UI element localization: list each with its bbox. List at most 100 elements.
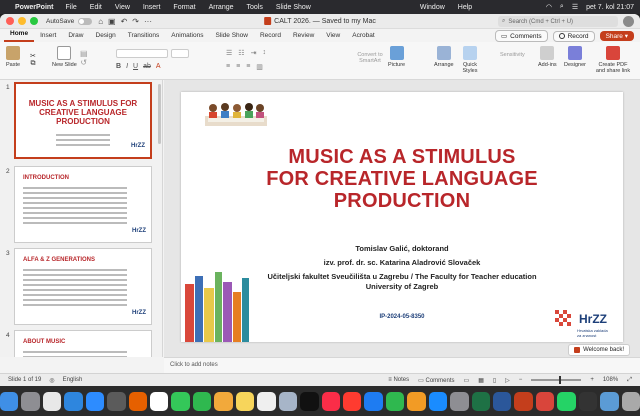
- photos-icon[interactable]: [214, 391, 233, 411]
- tab-record[interactable]: Record: [254, 32, 287, 42]
- home-icon[interactable]: ⌂: [98, 17, 103, 26]
- indent-icon[interactable]: ⇥: [251, 49, 257, 57]
- slideshow-icon[interactable]: ▷: [505, 377, 510, 384]
- fit-slide-icon[interactable]: ⤢: [627, 377, 632, 384]
- align-right-icon[interactable]: ≡: [246, 63, 250, 71]
- line-spacing-icon[interactable]: ↕: [262, 49, 266, 57]
- menu-edit[interactable]: Edit: [90, 4, 102, 11]
- strikethrough-icon[interactable]: ab: [143, 63, 151, 70]
- trash-icon[interactable]: [621, 391, 640, 411]
- menu-tools[interactable]: Tools: [247, 4, 263, 11]
- powerpoint-icon[interactable]: [514, 391, 533, 411]
- quick-styles-button[interactable]: Quick Styles: [458, 46, 482, 74]
- arrange-button[interactable]: Arrange: [434, 46, 454, 68]
- menu-help[interactable]: Help: [458, 4, 472, 11]
- menu-format[interactable]: Format: [173, 4, 195, 11]
- facetime-icon[interactable]: [192, 391, 212, 411]
- notes-toggle[interactable]: ≡ Notes: [388, 377, 409, 383]
- messages-icon[interactable]: [171, 391, 190, 411]
- notes-pane[interactable]: Click to add notes: [164, 357, 640, 373]
- appletv-icon[interactable]: [300, 391, 319, 411]
- convert-smartart-button[interactable]: Convert to SmartArt: [350, 52, 390, 64]
- autosave-control[interactable]: AutoSave: [46, 17, 93, 25]
- create-pdf-button[interactable]: Create PDF and share link: [594, 46, 632, 74]
- avatar[interactable]: [623, 16, 634, 27]
- books-image[interactable]: [181, 264, 251, 342]
- more-icon[interactable]: ···: [144, 17, 152, 26]
- document-title[interactable]: CALT 2026. — Saved to my Mac: [264, 17, 376, 25]
- tab-acrobat[interactable]: Acrobat: [346, 32, 380, 42]
- preview-icon[interactable]: [278, 391, 298, 411]
- zoom-window-button[interactable]: [30, 17, 38, 25]
- record-button[interactable]: Record: [552, 30, 595, 42]
- menu-view[interactable]: View: [115, 4, 130, 11]
- slide-author[interactable]: Tomislav Galić, doktorand: [181, 244, 623, 253]
- whatsapp-icon[interactable]: [557, 391, 576, 411]
- numbers-icon[interactable]: [385, 391, 405, 411]
- zoom-app-icon[interactable]: [85, 391, 105, 411]
- italic-icon[interactable]: I: [126, 63, 128, 70]
- redo-icon[interactable]: ↷: [132, 17, 139, 26]
- app-menu[interactable]: PowerPoint: [15, 4, 54, 11]
- reading-view-icon[interactable]: ▯: [493, 377, 496, 384]
- slide-sorter-icon[interactable]: ▦: [478, 377, 484, 384]
- paste-button[interactable]: Paste: [6, 46, 20, 68]
- sensitivity-button[interactable]: Sensitivity: [500, 52, 525, 58]
- bullets-icon[interactable]: ☰: [226, 49, 232, 57]
- comments-button[interactable]: ▭ Comments: [495, 30, 548, 42]
- autosave-toggle[interactable]: [78, 17, 93, 25]
- close-window-button[interactable]: [6, 17, 14, 25]
- thumbnails-scrollbar[interactable]: [158, 84, 161, 144]
- keynote-icon[interactable]: [364, 391, 383, 411]
- cut-icon[interactable]: ✂: [30, 52, 36, 60]
- news-icon[interactable]: [342, 391, 362, 411]
- underline-icon[interactable]: U: [133, 63, 138, 70]
- undo-icon[interactable]: ↶: [121, 17, 128, 26]
- font-name-select[interactable]: [116, 49, 168, 58]
- children-reading-image[interactable]: [205, 98, 267, 126]
- font-size-select[interactable]: [171, 49, 189, 58]
- calendar-icon[interactable]: [150, 391, 169, 411]
- menu-arrange[interactable]: Arrange: [209, 4, 234, 11]
- search-icon[interactable]: ⌕: [560, 3, 564, 11]
- columns-icon[interactable]: ▥: [256, 63, 263, 71]
- settings-icon[interactable]: [450, 391, 469, 411]
- launchpad-icon[interactable]: [21, 391, 40, 411]
- welcome-back-toast[interactable]: Welcome back!: [568, 344, 630, 356]
- accessibility-icon[interactable]: ◎: [49, 377, 54, 384]
- share-button[interactable]: Share ▾: [599, 31, 634, 41]
- acrobat-icon[interactable]: [535, 391, 555, 411]
- picture-button[interactable]: Picture: [388, 46, 405, 68]
- font-color-icon[interactable]: A: [156, 63, 161, 70]
- tab-transitions[interactable]: Transitions: [122, 32, 166, 42]
- pages-icon[interactable]: [407, 391, 426, 411]
- tab-animations[interactable]: Animations: [165, 32, 209, 42]
- zoom-in-button[interactable]: +: [590, 377, 594, 383]
- word-icon[interactable]: [493, 391, 512, 411]
- language-indicator[interactable]: English: [63, 377, 83, 383]
- slide-thumbnail-4[interactable]: ABOUT MUSIC: [14, 330, 152, 357]
- tab-design[interactable]: Design: [90, 32, 122, 42]
- menubar-clock[interactable]: pet 7. kol 21:07: [586, 4, 634, 11]
- search-field[interactable]: ⌕ Search (Cmd + Ctrl + U): [498, 16, 618, 27]
- slide-thumbnail-1[interactable]: MUSIC AS A STIMULUS FOR CREATIVE LANGUAG…: [14, 82, 152, 159]
- zoom-level[interactable]: 108%: [603, 377, 618, 383]
- tab-review[interactable]: Review: [287, 32, 320, 42]
- new-slide-button[interactable]: New Slide: [52, 46, 77, 68]
- slide-title[interactable]: MUSIC AS A STIMULUS FOR CREATIVE LANGUAG…: [181, 146, 623, 212]
- save-icon[interactable]: ▣: [108, 17, 116, 26]
- tab-slide-show[interactable]: Slide Show: [209, 32, 254, 42]
- menu-insert[interactable]: Insert: [143, 4, 161, 11]
- notes-app-icon[interactable]: [235, 391, 255, 411]
- excel-icon[interactable]: [471, 391, 490, 411]
- bold-icon[interactable]: B: [116, 63, 121, 70]
- downloads-icon[interactable]: [600, 391, 619, 411]
- zoom-slider[interactable]: [531, 376, 582, 384]
- comments-toggle[interactable]: ▭ Comments: [418, 377, 454, 384]
- menu-window[interactable]: Window: [420, 4, 445, 11]
- align-left-icon[interactable]: ≡: [226, 63, 230, 71]
- tab-view[interactable]: View: [320, 32, 346, 42]
- copy-icon[interactable]: ⧉: [30, 60, 35, 68]
- hrzz-logo[interactable]: HrZZ: [579, 312, 607, 326]
- wifi-icon[interactable]: ◠: [546, 3, 552, 11]
